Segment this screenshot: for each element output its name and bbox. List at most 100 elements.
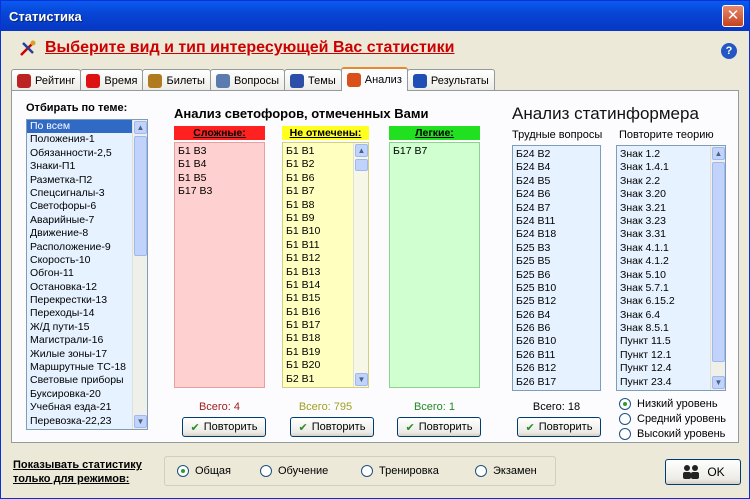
radio-icon[interactable] [260, 465, 272, 477]
level-radio-2[interactable]: Средний уровень [619, 413, 726, 425]
repeat-hard-button[interactable]: ✔ Повторить [182, 417, 266, 437]
list-item[interactable]: Разметка-П2 [27, 174, 147, 187]
topic-list[interactable]: По всем Положения-1 Обязанности-2,5 Знаки-П… [26, 119, 148, 430]
scroll-up-icon[interactable]: ▲ [134, 121, 147, 134]
unmarked-list[interactable]: Б1 В1 Б1 В2 Б1 В6 Б1 В7 Б1 В8 Б1 В9 Б1 В10 Б1 В… [282, 142, 369, 388]
list-item[interactable]: Б25 В12 [513, 295, 600, 308]
list-item[interactable]: Пункт 23.4 [617, 376, 725, 389]
list-item[interactable]: Расположение-9 [27, 241, 147, 254]
list-item[interactable]: Б24 В11 [513, 215, 600, 228]
list-item[interactable]: Обгон-11 [27, 267, 147, 280]
list-item[interactable]: Б25 В10 [513, 282, 600, 295]
mode-radio-3[interactable]: Тренировка [361, 465, 439, 477]
list-item[interactable]: Б24 В4 [513, 161, 600, 174]
tab-topics[interactable]: Темы [284, 69, 342, 91]
repeat-easy-button[interactable]: ✔ Повторить [397, 417, 481, 437]
list-item[interactable]: Б17 В3 [175, 185, 264, 198]
scroll-down-icon[interactable]: ▼ [134, 415, 147, 428]
list-item[interactable]: Пункт 12.1 [617, 349, 725, 362]
list-item[interactable]: Знак 3.20 [617, 188, 725, 201]
list-item[interactable]: Б26 В17 [513, 376, 600, 389]
list-item[interactable]: Б24 В18 [513, 228, 600, 241]
title-bar[interactable]: Статистика ✕ [1, 1, 749, 31]
list-item[interactable]: Жилые зоны-17 [27, 348, 147, 361]
list-item[interactable]: Знак 5.10 [617, 269, 725, 282]
list-item[interactable]: Знак 8.5.1 [617, 322, 725, 335]
list-item[interactable]: Б1 В4 [175, 158, 264, 171]
list-item[interactable]: Б24 В5 [513, 175, 600, 188]
list-item[interactable]: Б17 В7 [390, 145, 479, 158]
list-item[interactable]: Спецсигналы-3 [27, 187, 147, 200]
list-item[interactable]: Б1 В3 [175, 145, 264, 158]
list-item[interactable]: Буксировка-20 [27, 388, 147, 401]
list-item[interactable]: Светофоры-6 [27, 200, 147, 213]
list-item[interactable]: Б26 В10 [513, 335, 600, 348]
list-item[interactable]: Перевозка-22,23 [27, 415, 147, 428]
radio-icon[interactable] [619, 413, 631, 425]
list-item[interactable]: Б26 В11 [513, 349, 600, 362]
ok-button[interactable]: OK [665, 459, 741, 485]
tab-analysis[interactable]: Анализ [340, 67, 408, 91]
close-button[interactable]: ✕ [722, 5, 744, 27]
list-item[interactable]: Скорость-10 [27, 254, 147, 267]
list-item[interactable]: Обязанности-2,5 [27, 147, 147, 160]
list-item[interactable]: Пункт 12.4 [617, 362, 725, 375]
list-item[interactable]: Б24 В2 [513, 148, 600, 161]
list-item[interactable]: Знаки-П1 [27, 160, 147, 173]
tab-tickets[interactable]: Билеты [142, 69, 211, 91]
radio-icon[interactable] [619, 428, 631, 440]
list-item[interactable]: Знак 6.15.2 [617, 295, 725, 308]
list-item[interactable]: Б25 В6 [513, 269, 600, 282]
list-item[interactable]: Б24 В6 [513, 188, 600, 201]
repeat-unmarked-button[interactable]: ✔ Повторить [290, 417, 374, 437]
list-item[interactable]: Б1 В5 [175, 172, 264, 185]
tab-results[interactable]: Результаты [406, 69, 495, 91]
radio-icon[interactable] [619, 398, 631, 410]
scroll-thumb[interactable] [355, 159, 368, 171]
list-item[interactable]: Б25 В3 [513, 242, 600, 255]
list-item[interactable]: Знак 3.23 [617, 215, 725, 228]
tab-clock[interactable]: Время [80, 69, 144, 91]
list-item[interactable]: Б24 В7 [513, 202, 600, 215]
list-item[interactable]: Переходы-14 [27, 307, 147, 320]
scroll-up-icon[interactable]: ▲ [355, 144, 368, 157]
level-radio-1[interactable]: Низкий уровень [619, 398, 718, 410]
list-item[interactable]: По всем [27, 120, 147, 134]
list-item[interactable]: Движение-8 [27, 227, 147, 240]
list-item[interactable]: Положения-1 [27, 133, 147, 146]
list-item[interactable]: Световые приборы [27, 374, 147, 387]
repeat-informer-button[interactable]: ✔ Повторить [517, 417, 601, 437]
theory-scrollbar[interactable]: ▲ ▼ [710, 146, 725, 390]
list-item[interactable]: Знак 4.1.1 [617, 242, 725, 255]
list-item[interactable]: Знак 3.31 [617, 228, 725, 241]
list-item[interactable]: Б26 В12 [513, 362, 600, 375]
radio-icon[interactable] [177, 465, 189, 477]
tab-rating[interactable]: Рейтинг [11, 69, 82, 91]
help-icon[interactable]: ? [721, 43, 737, 59]
mode-radio-2[interactable]: Обучение [260, 465, 328, 477]
unmarked-scrollbar[interactable]: ▲ ▼ [353, 143, 368, 387]
hard-list[interactable]: Б1 В3 Б1 В4 Б1 В5 Б17 В3 [174, 142, 265, 388]
list-item[interactable]: Знак 3.21 [617, 202, 725, 215]
list-item[interactable]: Учебная езда-21 [27, 401, 147, 414]
easy-list[interactable]: Б17 В7 [389, 142, 480, 388]
list-item[interactable]: Б25 В5 [513, 255, 600, 268]
list-item[interactable]: Маршрутные ТС-18 [27, 361, 147, 374]
list-item[interactable]: Остановка-12 [27, 281, 147, 294]
list-item[interactable]: Ж/Д пути-15 [27, 321, 147, 334]
list-item[interactable]: Знак 4.1.2 [617, 255, 725, 268]
list-item[interactable]: Аварийные-7 [27, 214, 147, 227]
mode-radio-4[interactable]: Экзамен [475, 465, 537, 477]
list-item[interactable]: Знак 1.2 [617, 148, 725, 161]
scroll-thumb[interactable] [134, 136, 147, 256]
list-item[interactable]: Знак 5.7.1 [617, 282, 725, 295]
scroll-thumb[interactable] [712, 162, 725, 362]
radio-icon[interactable] [475, 465, 487, 477]
topic-scrollbar[interactable]: ▲ ▼ [132, 120, 147, 429]
hard-questions-list[interactable]: Б24 В2 Б24 В4 Б24 В5 Б24 В6 Б24 В7 Б24 В11 Б24… [512, 145, 601, 391]
list-item[interactable]: Пункт 11.5 [617, 335, 725, 348]
list-item[interactable]: Б26 В4 [513, 309, 600, 322]
scroll-down-icon[interactable]: ▼ [712, 376, 725, 389]
radio-icon[interactable] [361, 465, 373, 477]
list-item[interactable]: Знак 2.2 [617, 175, 725, 188]
